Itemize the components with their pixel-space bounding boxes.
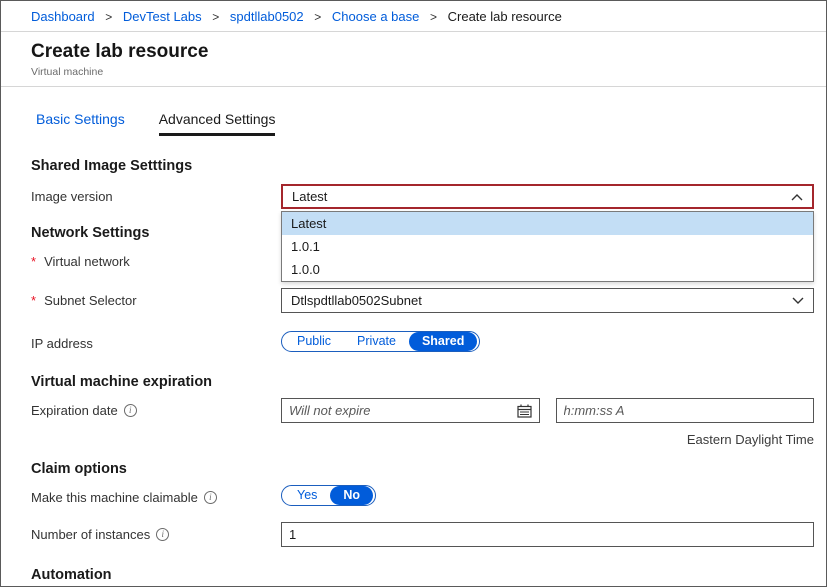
image-version-row: Image version Latest Latest 1.0.1 1.0.0 [31, 184, 814, 282]
chevron-up-icon [791, 193, 803, 200]
ip-option-private[interactable]: Private [344, 332, 409, 351]
claimable-label-text: Make this machine claimable [31, 490, 198, 505]
instances-input[interactable] [289, 527, 806, 542]
expiration-date-label: Expiration date [31, 398, 281, 418]
create-lab-resource-page: Dashboard > DevTest Labs > spdtllab0502 … [0, 0, 827, 587]
ip-option-shared[interactable]: Shared [408, 332, 478, 351]
claimable-row: Make this machine claimable Yes No [31, 485, 814, 506]
required-asterisk: * [31, 293, 37, 308]
expiration-time-input[interactable] [563, 403, 806, 418]
claimable-toggle: Yes No [281, 485, 377, 506]
instances-label-text: Number of instances [31, 527, 151, 542]
breadcrumb-link-choose-a-base[interactable]: Choose a base [332, 9, 419, 24]
dropdown-option-1-0-0[interactable]: 1.0.0 [282, 258, 813, 281]
image-version-dropdown[interactable]: Latest [281, 184, 814, 209]
instances-label: Number of instances [31, 522, 281, 542]
expiration-date-input[interactable] [289, 403, 517, 418]
dropdown-option-1-0-1[interactable]: 1.0.1 [282, 235, 813, 258]
virtual-network-label-text: Virtual network [44, 254, 130, 269]
breadcrumb-link-lab[interactable]: spdtllab0502 [230, 9, 304, 24]
timezone-label: Eastern Daylight Time [686, 432, 814, 447]
expiration-time-fieldbox [555, 398, 814, 423]
subnet-selector-row: * Subnet Selector Dtlspdtllab0502Subnet [31, 288, 814, 313]
image-version-option-list: Latest 1.0.1 1.0.0 [281, 211, 814, 282]
breadcrumb-link-devtest-labs[interactable]: DevTest Labs [123, 9, 202, 24]
required-asterisk: * [31, 254, 37, 269]
tab-bar: Basic Settings Advanced Settings [1, 111, 826, 136]
page-subtitle: Virtual machine [31, 66, 104, 78]
section-claim-options: Claim options [31, 461, 127, 477]
page-header: Create lab resource Virtual machine [1, 32, 826, 87]
breadcrumb-separator: > [429, 10, 437, 24]
page-title: Create lab resource [31, 41, 209, 62]
ip-option-public[interactable]: Public [284, 332, 344, 351]
info-icon[interactable] [123, 404, 137, 417]
image-version-label: Image version [31, 184, 281, 204]
instances-row: Number of instances [31, 522, 814, 547]
dropdown-option-latest[interactable]: Latest [282, 212, 813, 235]
subnet-selector-label: * Subnet Selector [31, 288, 281, 308]
breadcrumb-link-dashboard[interactable]: Dashboard [31, 9, 95, 24]
section-automation: Automation [31, 567, 112, 583]
breadcrumb-separator: > [314, 10, 322, 24]
breadcrumb-current: Create lab resource [447, 9, 562, 24]
image-version-label-text: Image version [31, 189, 113, 204]
expiration-date-label-text: Expiration date [31, 403, 118, 418]
claimable-option-yes[interactable]: Yes [284, 486, 330, 505]
ip-address-label-text: IP address [31, 336, 93, 351]
info-icon[interactable] [156, 528, 170, 541]
expiration-date-row: Expiration date i Will not expire h:mm:s… [31, 398, 814, 447]
ip-address-row: IP address Public Private Shared [31, 331, 814, 352]
advanced-settings-panel: Shared Image Setttings Image version Lat… [1, 136, 826, 586]
section-vm-expiration: Virtual machine expiration [31, 374, 213, 390]
instances-fieldbox [281, 522, 814, 547]
tab-basic-settings[interactable]: Basic Settings [36, 111, 125, 136]
info-icon[interactable] [203, 491, 217, 504]
image-version-value: Latest [292, 189, 328, 204]
chevron-down-icon [792, 297, 804, 304]
claimable-option-no[interactable]: No [330, 486, 374, 505]
ip-address-label: IP address [31, 331, 281, 351]
virtual-network-label: * Virtual network [31, 249, 281, 269]
breadcrumb-separator: > [105, 10, 113, 24]
calendar-icon[interactable] [516, 404, 532, 418]
expiration-date-fieldbox [281, 398, 540, 423]
section-shared-image-settings: Shared Image Setttings [31, 158, 193, 174]
subnet-selector-label-text: Subnet Selector [44, 293, 137, 308]
claimable-label: Make this machine claimable [31, 485, 281, 505]
tab-advanced-settings[interactable]: Advanced Settings [158, 111, 276, 136]
ip-address-toggle: Public Private Shared [281, 331, 481, 352]
subnet-selector-dropdown[interactable]: Dtlspdtllab0502Subnet [281, 288, 814, 313]
breadcrumb-separator: > [212, 10, 220, 24]
breadcrumb: Dashboard > DevTest Labs > spdtllab0502 … [1, 1, 826, 32]
subnet-selector-value: Dtlspdtllab0502Subnet [291, 293, 422, 308]
